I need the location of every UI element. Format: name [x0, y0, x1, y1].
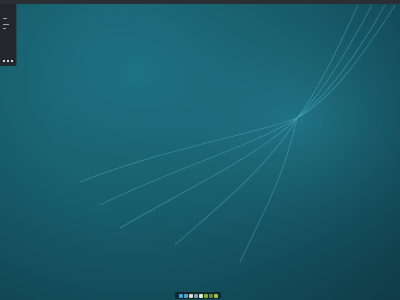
network-icon[interactable]	[7, 60, 9, 62]
document-icon[interactable]	[198, 293, 203, 298]
power-icon[interactable]	[3, 60, 5, 62]
start-menu-icon[interactable]	[178, 293, 183, 298]
side-panel-line	[3, 18, 7, 19]
side-panel	[0, 4, 17, 66]
file-manager-icon[interactable]	[183, 293, 188, 298]
side-panel-line	[3, 28, 6, 29]
settings-icon[interactable]	[193, 293, 198, 298]
media-icon[interactable]	[213, 293, 218, 298]
volume-icon[interactable]	[11, 60, 13, 62]
terminal-icon[interactable]	[188, 293, 193, 298]
taskbar-dock	[175, 292, 221, 299]
app-store-icon[interactable]	[208, 293, 213, 298]
top-panel	[0, 0, 400, 4]
text-editor-icon[interactable]	[203, 293, 208, 298]
side-panel-line	[3, 24, 9, 25]
desktop-wallpaper	[0, 0, 400, 300]
desktop[interactable]	[0, 0, 400, 300]
